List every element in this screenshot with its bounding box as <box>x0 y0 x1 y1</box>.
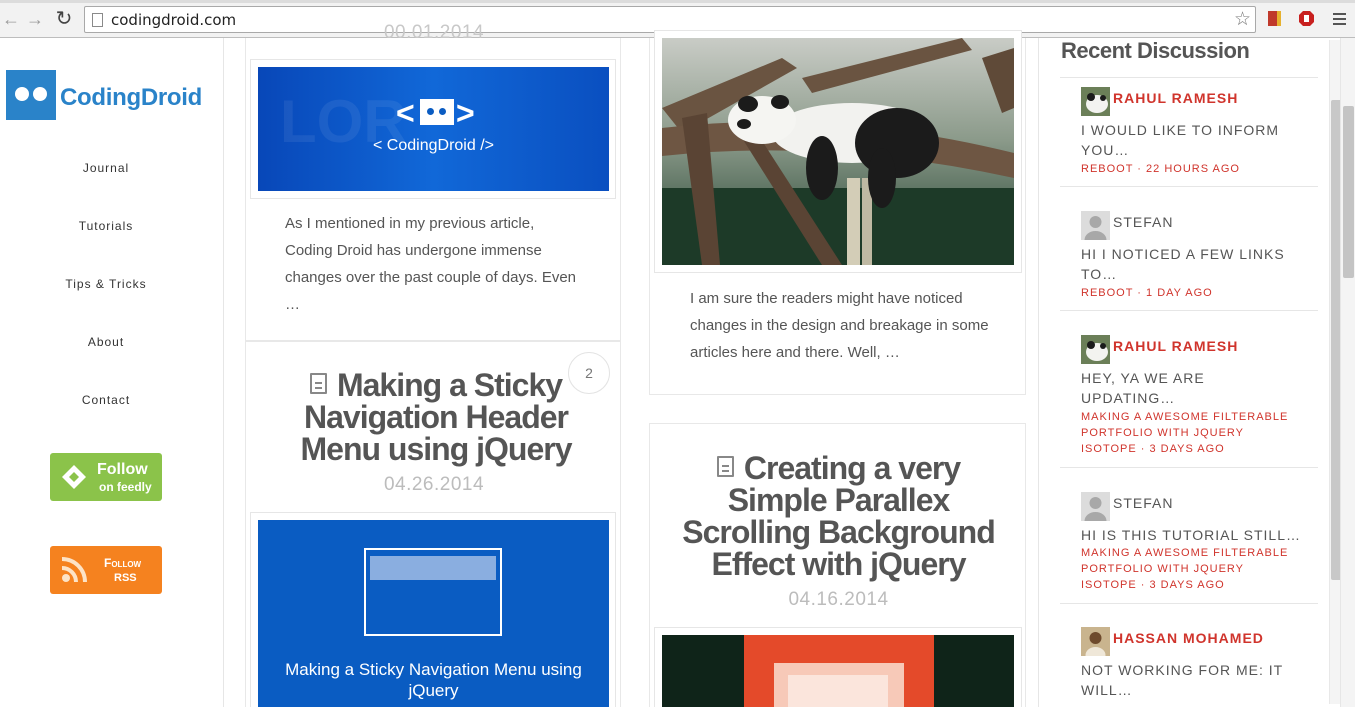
post-title[interactable]: Creating a very Simple Parallex Scrollin… <box>680 452 997 580</box>
discussion-author[interactable]: HASSAN MOHAMED <box>1113 630 1264 646</box>
forward-icon[interactable]: → <box>24 8 46 30</box>
nav-contact[interactable]: Contact <box>0 393 212 407</box>
discussion-author[interactable]: STEFAN <box>1113 495 1173 511</box>
discussion-text[interactable]: NOT WORKING FOR ME: IT WILL… <box>1081 660 1301 700</box>
person-avatar-icon <box>1081 627 1110 656</box>
url-text: codingdroid.com <box>111 11 237 29</box>
page-scroll-thumb[interactable] <box>1343 106 1354 278</box>
page-scrollbar[interactable] <box>1340 38 1355 707</box>
nav-about[interactable]: About <box>0 335 212 349</box>
post-card-panda: I am sure the readers might have noticed… <box>649 30 1026 395</box>
nav-tutorials[interactable]: Tutorials <box>0 219 212 233</box>
recent-discussion-sidebar: Recent Discussion RAHUL RAMESH I WOULD L… <box>1038 38 1324 707</box>
post-excerpt: I am sure the readers might have noticed… <box>690 290 989 361</box>
panda-photo-icon <box>662 38 1014 265</box>
left-sidebar: CodingDroid Journal Tutorials Tips & Tri… <box>0 38 224 707</box>
default-avatar-icon <box>1081 211 1110 240</box>
post-card-parallax: Creating a very Simple Parallex Scrollin… <box>649 423 1026 707</box>
discussion-author[interactable]: STEFAN <box>1113 214 1173 230</box>
discussion-text[interactable]: HI IS THIS TUTORIAL STILL… <box>1081 525 1301 545</box>
discussion-text[interactable]: HI I NOTICED A FEW LINKS TO… <box>1081 244 1301 284</box>
discussion-author[interactable]: RAHUL RAMESH <box>1113 338 1238 354</box>
follow-rss-button[interactable]: Follow RSS <box>50 546 162 594</box>
discussion-text[interactable]: I WOULD LIKE TO INFORM YOU… <box>1081 120 1301 160</box>
post-date: 04.16.2014 <box>788 589 889 610</box>
post-thumbnail[interactable]: Making a Sticky Navigation Menu using jQ… <box>250 512 616 707</box>
document-icon <box>716 456 734 477</box>
follow-feedly-button[interactable]: Follow on feedly <box>50 453 162 501</box>
bookmark-extension-icon[interactable] <box>1266 10 1283 27</box>
post-title[interactable]: Making a Sticky Navigation Header Menu u… <box>276 369 596 465</box>
menu-hamburger-icon[interactable] <box>1331 10 1348 27</box>
post-thumbnail[interactable] <box>654 30 1022 273</box>
site-logo-text[interactable]: CodingDroid <box>60 84 202 112</box>
post-thumbnail[interactable]: LOR < > < CodingDroid /> <box>250 59 616 199</box>
post-date: 00.01.2014 <box>383 22 485 43</box>
discussion-meta[interactable]: MAKING A AWESOME FILTERABLE PORTFOLIO WI… <box>1081 545 1301 593</box>
feedly-line1: Follow <box>97 461 148 478</box>
rss-line2: RSS <box>114 572 137 584</box>
panda-avatar-icon <box>1081 335 1110 364</box>
discussion-meta[interactable]: REBOOT · 1 DAY AGO <box>1081 285 1301 301</box>
window-illustration-icon <box>364 548 502 636</box>
document-icon <box>309 373 327 394</box>
banner-caption: < CodingDroid /> <box>373 137 494 154</box>
rss-line1: Follow <box>104 556 142 570</box>
back-icon[interactable]: ← <box>0 8 22 30</box>
post-excerpt: As I mentioned in my previous article, C… <box>285 215 577 313</box>
post-card-sticky-nav: 2 Making a Sticky Navigation Header Menu… <box>245 341 621 707</box>
feedly-icon <box>62 465 86 489</box>
post-card-reboot: 00.01.2014 LOR < > < CodingDroid /> As I… <box>245 22 621 341</box>
discussion-text[interactable]: HEY, YA WE ARE UPDATING… <box>1081 368 1301 408</box>
recent-discussion-title: Recent Discussion <box>1061 38 1250 63</box>
bookmark-star-icon[interactable]: ☆ <box>1234 8 1251 31</box>
discussion-author[interactable]: RAHUL RAMESH <box>1113 90 1238 106</box>
discussion-meta[interactable]: REBOOT · 22 HOURS AGO <box>1081 161 1301 177</box>
nav-tips-tricks[interactable]: Tips & Tricks <box>0 277 212 291</box>
discussion-meta[interactable]: MAKING A AWESOME FILTERABLE PORTFOLIO WI… <box>1081 409 1301 457</box>
post-title-text[interactable]: Making a Sticky Navigation Header Menu u… <box>300 367 572 467</box>
default-avatar-icon <box>1081 492 1110 521</box>
logo-icon[interactable] <box>6 70 56 120</box>
post-thumbnail[interactable] <box>654 627 1022 707</box>
feedly-line2: on feedly <box>99 480 152 494</box>
post-date: 04.26.2014 <box>383 474 485 495</box>
droid-logo-icon <box>420 99 454 125</box>
tab-strip <box>0 0 1355 3</box>
nav-journal[interactable]: Journal <box>0 161 212 175</box>
thumbnail-caption: Making a Sticky Navigation Menu using jQ… <box>285 660 582 700</box>
panda-avatar-icon <box>1081 87 1110 116</box>
adblock-extension-icon[interactable] <box>1298 10 1315 27</box>
rss-icon <box>61 557 87 583</box>
code-brackets-icon: < <box>396 95 415 131</box>
page-icon <box>92 13 103 27</box>
reload-icon[interactable]: ↻ <box>53 8 75 30</box>
